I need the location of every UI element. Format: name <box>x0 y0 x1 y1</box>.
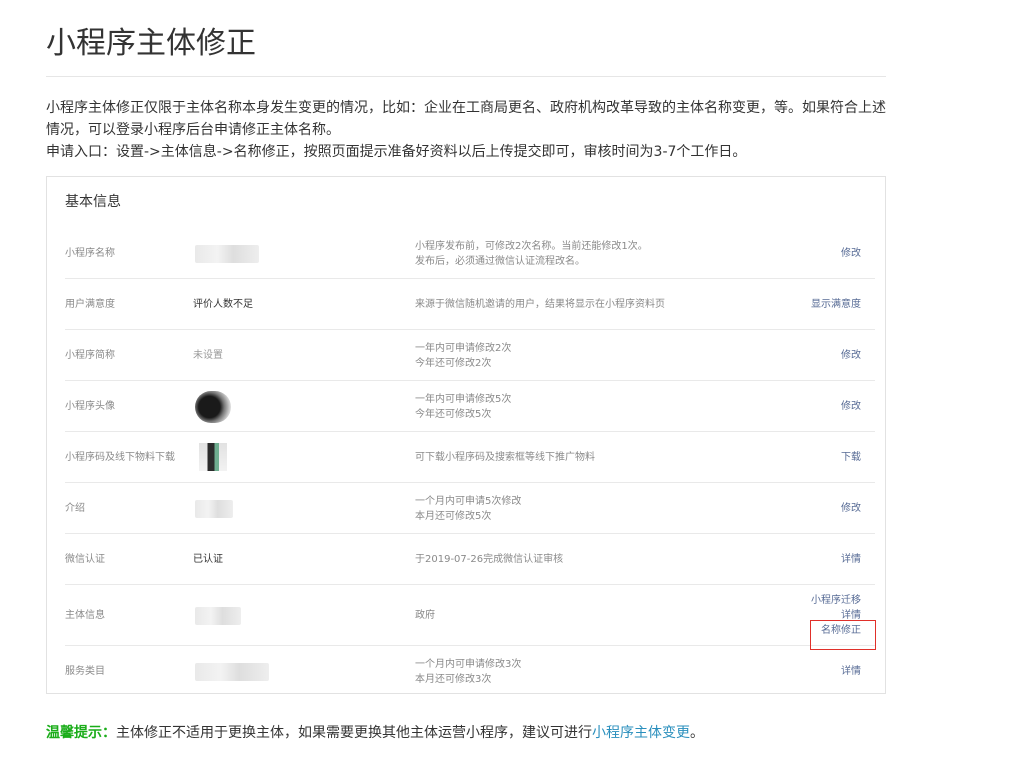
blurred-value <box>195 500 233 518</box>
row-label: 小程序名称 <box>65 248 115 259</box>
blurred-value <box>195 245 259 263</box>
row-label: 微信认证 <box>65 554 105 565</box>
tip-body: 主体修正不适用于更换主体，如果需要更换其他主体运营小程序，建议可进行 <box>116 725 592 741</box>
migrate-link[interactable]: 小程序迁移 <box>811 593 861 608</box>
info-row-satisfaction: 用户满意度 评价人数不足 来源于微信随机邀请的用户，结果将显示在小程序资料页 显… <box>65 279 875 330</box>
info-row-qrcode: 小程序码及线下物料下载 可下载小程序码及搜索框等线下推广物料 下载 <box>65 432 875 483</box>
highlight-box <box>810 620 876 650</box>
row-desc: 来源于微信随机邀请的用户，结果将显示在小程序资料页 <box>415 299 665 310</box>
row-label: 主体信息 <box>65 610 105 621</box>
avatar <box>195 391 231 423</box>
row-desc: 小程序发布前，可修改2次名称。当前还能修改1次。 发布后，必须通过微信认证流程改… <box>415 239 648 269</box>
certification-detail-link[interactable]: 详情 <box>841 552 861 567</box>
blurred-value <box>195 607 241 625</box>
qr-code-icon <box>199 443 227 471</box>
tip-text: 温馨提示：主体修正不适用于更换主体，如果需要更换其他主体运营小程序，建议可进行小… <box>46 722 704 742</box>
row-desc: 可下载小程序码及搜索框等线下推广物料 <box>415 452 595 463</box>
row-desc-line2: 今年还可修改5次 <box>415 409 492 420</box>
row-label: 小程序简称 <box>65 350 115 361</box>
intro-paragraph-1: 小程序主体修正仅限于主体名称本身发生变更的情况，比如：企业在工商局更名、政府机构… <box>46 100 886 138</box>
info-row-certification: 微信认证 已认证 于2019-07-26完成微信认证审核 详情 <box>65 534 875 585</box>
row-desc: 一个月内可申请5次修改 本月还可修改5次 <box>415 494 521 524</box>
row-label: 小程序码及线下物料下载 <box>65 452 175 463</box>
row-desc: 于2019-07-26完成微信认证审核 <box>415 554 564 565</box>
row-desc: 一年内可申请修改2次 今年还可修改2次 <box>415 341 511 371</box>
row-desc-line1: 小程序发布前，可修改2次名称。当前还能修改1次。 <box>415 241 648 252</box>
card-title: 基本信息 <box>65 194 121 210</box>
row-desc-line2: 本月还可修改5次 <box>415 511 492 522</box>
row-desc: 一年内可申请修改5次 今年还可修改5次 <box>415 392 511 422</box>
page-title: 小程序主体修正 <box>46 26 256 61</box>
blurred-value <box>195 663 269 681</box>
title-divider <box>46 76 886 77</box>
edit-name-link[interactable]: 修改 <box>841 246 861 261</box>
row-desc-line2: 今年还可修改2次 <box>415 358 492 369</box>
info-row-subject: 主体信息 政府 小程序迁移 详情 名称修正 <box>65 585 875 646</box>
download-link[interactable]: 下载 <box>841 450 861 465</box>
show-satisfaction-link[interactable]: 显示满意度 <box>811 297 861 312</box>
row-value: 已认证 <box>193 554 223 565</box>
row-value: 未设置 <box>193 350 223 361</box>
basic-info-card: 基本信息 小程序名称 小程序发布前，可修改2次名称。当前还能修改1次。 发布后，… <box>46 176 886 694</box>
info-row-short-name: 小程序简称 未设置 一年内可申请修改2次 今年还可修改2次 修改 <box>65 330 875 381</box>
row-desc-line2: 本月还可修改3次 <box>415 674 492 685</box>
category-detail-link[interactable]: 详情 <box>841 664 861 679</box>
tip-end: 。 <box>690 725 704 741</box>
edit-avatar-link[interactable]: 修改 <box>841 399 861 414</box>
row-desc-line1: 一年内可申请修改5次 <box>415 394 512 405</box>
row-desc-line1: 一年内可申请修改2次 <box>415 343 512 354</box>
subject-change-link[interactable]: 小程序主体变更 <box>592 725 690 741</box>
intro-text: 小程序主体修正仅限于主体名称本身发生变更的情况，比如：企业在工商局更名、政府机构… <box>46 97 891 163</box>
row-label: 小程序头像 <box>65 401 115 412</box>
tip-label: 温馨提示： <box>46 725 116 741</box>
row-label: 服务类目 <box>65 666 105 677</box>
info-row-name: 小程序名称 小程序发布前，可修改2次名称。当前还能修改1次。 发布后，必须通过微… <box>65 228 875 279</box>
info-row-category: 服务类目 一个月内可申请修改3次 本月还可修改3次 详情 <box>65 646 875 694</box>
intro-paragraph-2: 申请入口：设置->主体信息->名称修正，按照页面提示准备好资料以后上传提交即可，… <box>46 144 747 160</box>
edit-short-name-link[interactable]: 修改 <box>841 348 861 363</box>
row-desc: 一个月内可申请修改3次 本月还可修改3次 <box>415 657 521 687</box>
edit-intro-link[interactable]: 修改 <box>841 501 861 516</box>
row-value: 评价人数不足 <box>193 299 253 310</box>
info-row-avatar: 小程序头像 一年内可申请修改5次 今年还可修改5次 修改 <box>65 381 875 432</box>
row-label: 用户满意度 <box>65 299 115 310</box>
row-label: 介绍 <box>65 503 85 514</box>
info-row-intro: 介绍 一个月内可申请5次修改 本月还可修改5次 修改 <box>65 483 875 534</box>
row-desc: 政府 <box>415 610 435 621</box>
row-desc-line1: 一个月内可申请5次修改 <box>415 496 522 507</box>
row-desc-line1: 一个月内可申请修改3次 <box>415 659 522 670</box>
row-desc-line2: 发布后，必须通过微信认证流程改名。 <box>415 256 585 267</box>
